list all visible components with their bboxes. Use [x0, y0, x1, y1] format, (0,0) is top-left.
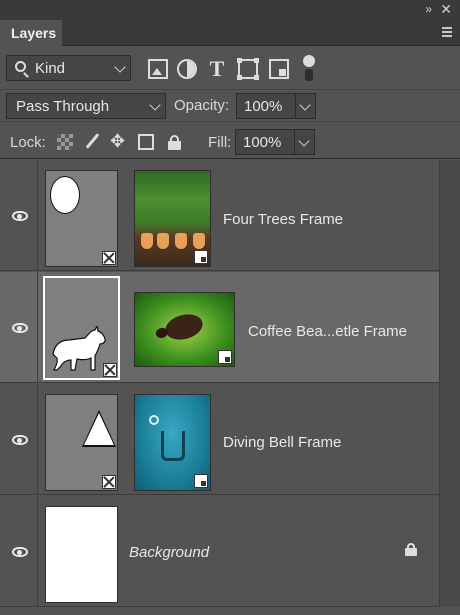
- smart-object-badge-icon: [194, 250, 208, 264]
- smart-object-badge-icon: [218, 350, 232, 364]
- panel-menu-icon[interactable]: [442, 27, 452, 37]
- panel-top-bar: » ✕: [0, 0, 460, 20]
- filter-toggle-icon[interactable]: [303, 55, 315, 81]
- image-filter-icon[interactable]: [148, 59, 168, 79]
- layer-name[interactable]: Four Trees Frame: [223, 211, 343, 228]
- blend-row: Pass Through Opacity: 100%: [0, 89, 460, 121]
- chevron-down-icon: [299, 99, 311, 111]
- fill-label: Fill:: [208, 134, 232, 151]
- kind-filter-dropdown[interactable]: Kind: [6, 55, 131, 81]
- panel-bottom-edge: [0, 607, 460, 615]
- layer-name[interactable]: Diving Bell Frame: [223, 434, 341, 451]
- layer-name[interactable]: Coffee Bea...etle Frame: [248, 323, 407, 340]
- eye-icon[interactable]: [12, 435, 28, 445]
- opacity-label: Opacity:: [174, 97, 230, 114]
- layer-content-thumbnail[interactable]: [134, 170, 211, 267]
- layer-row-selected[interactable]: Coffee Bea...etle Frame: [0, 272, 439, 383]
- close-panel-icon[interactable]: ✕: [440, 1, 452, 18]
- layer-mask-thumbnail[interactable]: [43, 276, 120, 380]
- lock-artboard-icon[interactable]: [138, 134, 154, 150]
- frame-badge-icon: [102, 251, 116, 265]
- panel-tab-row: Layers: [0, 20, 460, 46]
- layer-row[interactable]: Background: [0, 496, 439, 607]
- lock-icon: [405, 543, 417, 557]
- kind-filter-label: Kind: [35, 60, 66, 77]
- ellipse-mask-shape: [50, 176, 80, 214]
- eye-icon[interactable]: [12, 323, 28, 333]
- blend-mode-dropdown[interactable]: Pass Through: [6, 93, 166, 119]
- triangle-mask-shape: [82, 410, 116, 447]
- opacity-field[interactable]: 100%: [236, 93, 316, 119]
- chevron-down-icon: [114, 61, 126, 73]
- layer-mask-thumbnail[interactable]: [45, 170, 118, 267]
- chevron-down-icon: [149, 99, 161, 111]
- smart-object-badge-icon: [194, 474, 208, 488]
- collapse-panel-icon[interactable]: »: [425, 2, 432, 16]
- layer-content-thumbnail[interactable]: [134, 292, 235, 367]
- blend-mode-value: Pass Through: [16, 98, 110, 115]
- tab-layers[interactable]: Layers: [0, 20, 62, 46]
- background-thumbnail[interactable]: [45, 506, 118, 603]
- layer-row[interactable]: Diving Bell Frame: [0, 384, 439, 495]
- layer-row[interactable]: Four Trees Frame: [0, 160, 439, 271]
- layers-scrollbar[interactable]: [439, 160, 460, 615]
- lock-all-icon[interactable]: [167, 134, 183, 150]
- lock-row: Lock: ✥ Fill: 100%: [0, 121, 460, 159]
- fill-value: 100%: [243, 134, 282, 151]
- cat-mask-shape: [52, 326, 106, 371]
- frame-badge-icon: [102, 475, 116, 489]
- filter-row: Kind T: [0, 47, 460, 89]
- lock-position-icon[interactable]: ✥: [110, 131, 126, 151]
- layer-content-thumbnail[interactable]: [134, 394, 211, 491]
- opacity-value: 100%: [244, 98, 283, 115]
- type-filter-icon[interactable]: T: [207, 56, 227, 81]
- layer-mask-thumbnail[interactable]: [45, 394, 118, 491]
- search-icon: [15, 61, 26, 72]
- eye-icon[interactable]: [12, 211, 28, 221]
- smart-object-filter-icon[interactable]: [269, 59, 289, 79]
- adjustment-filter-icon[interactable]: [177, 59, 197, 79]
- lock-transparent-pixels-icon[interactable]: [57, 134, 73, 150]
- lock-image-pixels-icon[interactable]: [84, 134, 100, 150]
- eye-icon[interactable]: [12, 547, 28, 557]
- layer-name[interactable]: Background: [129, 544, 209, 561]
- chevron-down-icon: [298, 135, 310, 147]
- shape-filter-icon[interactable]: [237, 58, 259, 80]
- frame-badge-icon: [103, 363, 117, 377]
- lock-label: Lock:: [10, 134, 46, 151]
- fill-field[interactable]: 100%: [235, 129, 315, 155]
